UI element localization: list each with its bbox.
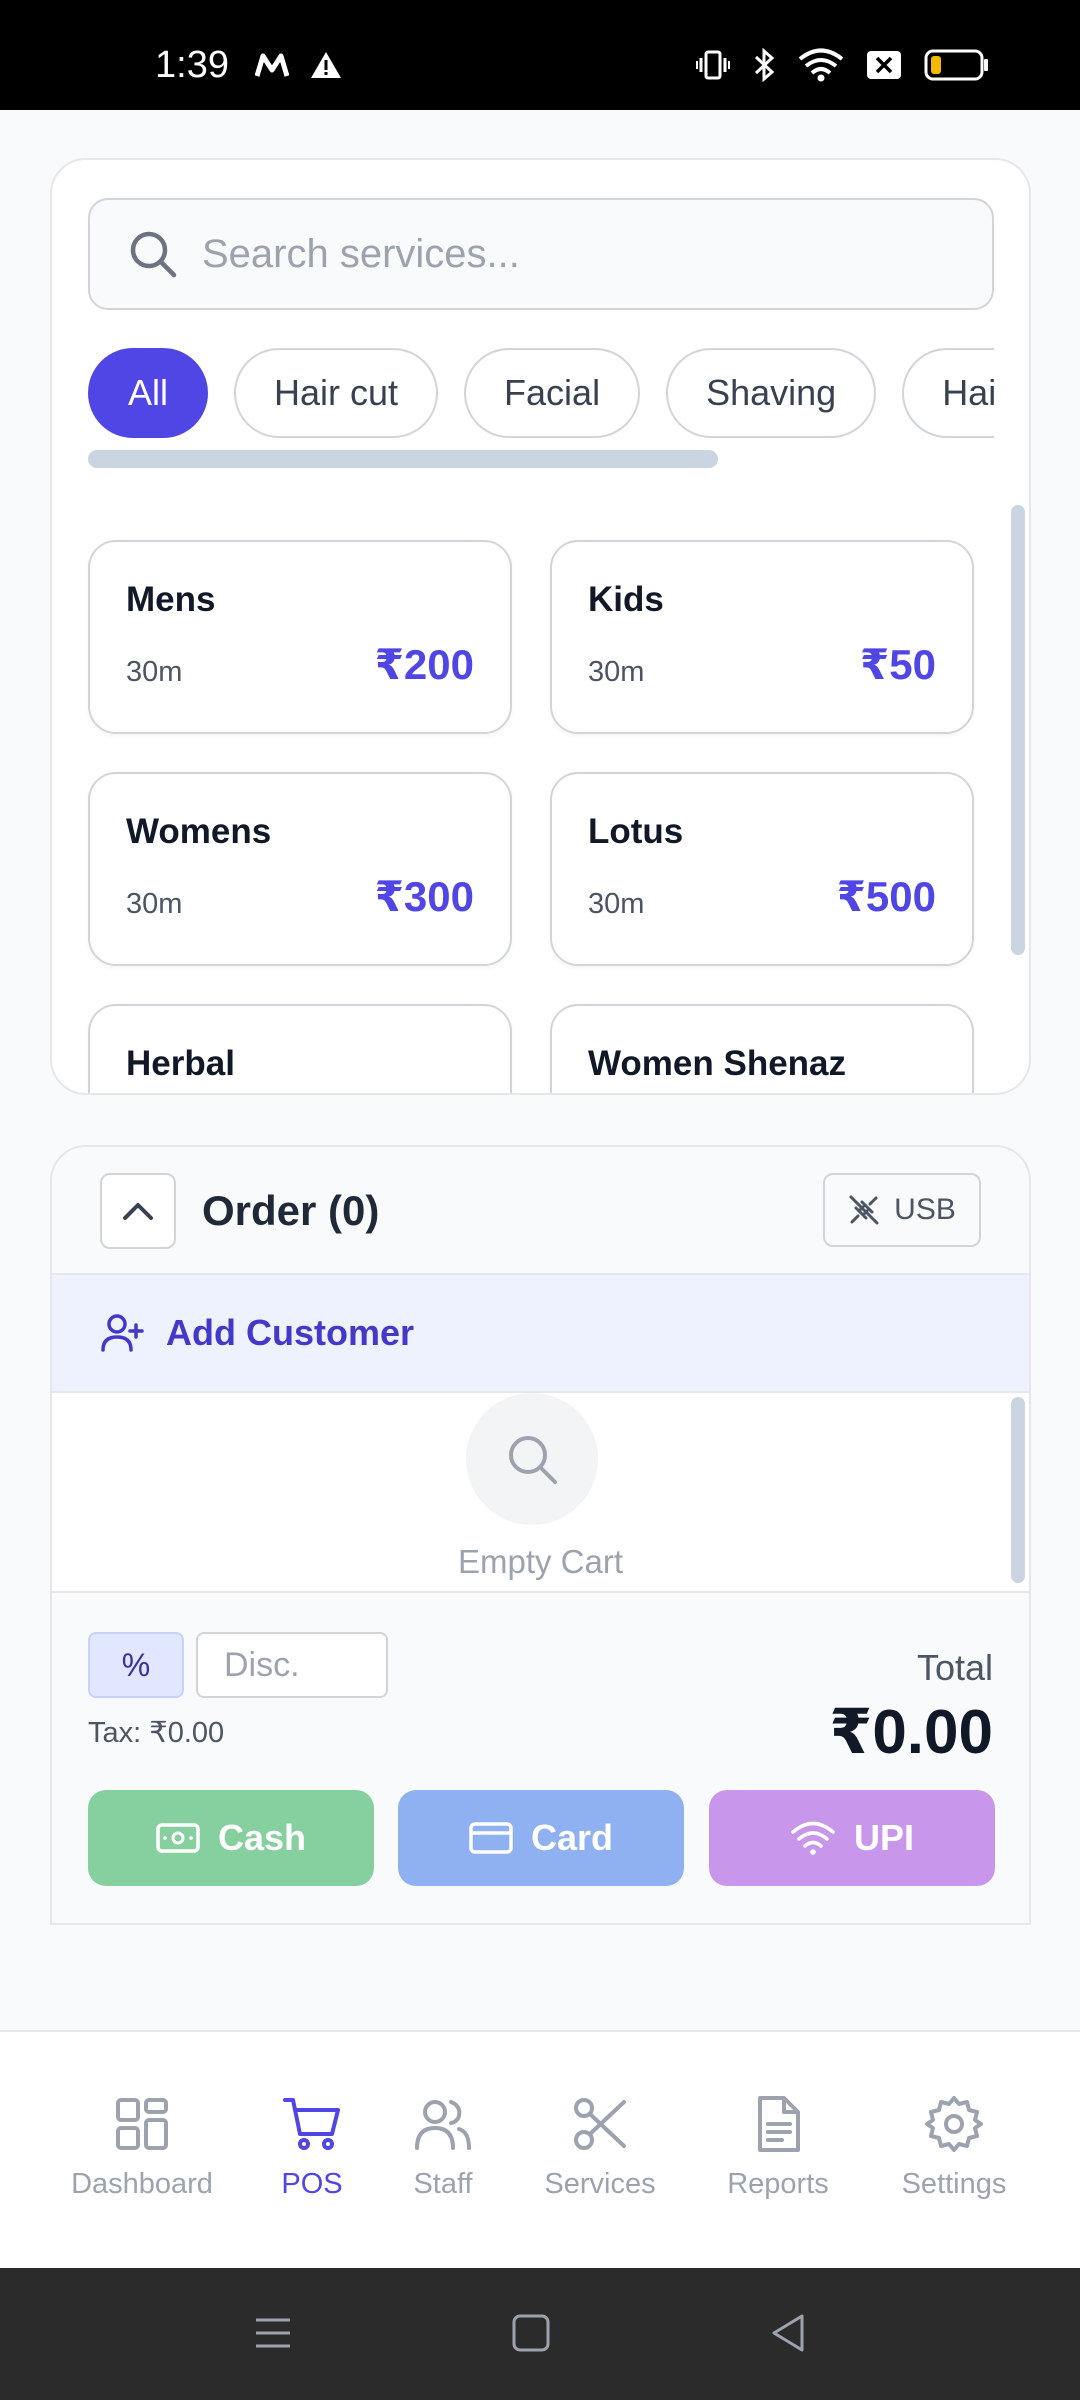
service-name: Women Shenaz (588, 1044, 847, 1083)
unplugged-icon (849, 1195, 879, 1225)
service-name: Mens (126, 580, 216, 619)
warning-icon (311, 52, 341, 78)
category-chip-hair[interactable]: Hair (902, 348, 994, 438)
services-scrollbar[interactable] (1011, 505, 1025, 955)
pay-cash-button[interactable]: Cash (88, 1790, 374, 1886)
total-value: ₹0.00 (829, 1698, 993, 1767)
service-card[interactable]: Women Shenaz (550, 1004, 974, 1093)
nav-item-staff[interactable]: Staff (353, 2094, 533, 2201)
cart-scrollbar[interactable] (1011, 1397, 1025, 1583)
service-card[interactable]: Womens 30m ₹300 (88, 772, 512, 966)
cart-list: Empty Cart (52, 1393, 1029, 1593)
service-grid: Mens 30m ₹200 Kids 30m ₹50 Womens 30m ₹3… (88, 540, 974, 1093)
category-chip-all[interactable]: All (88, 348, 209, 438)
usb-label: USB (894, 1193, 956, 1226)
service-price: ₹200 (374, 641, 474, 688)
nav-item-settings[interactable]: Settings (864, 2094, 1044, 2201)
service-name: Womens (126, 812, 272, 851)
battery-low-icon (924, 49, 988, 81)
chips-scrollbar[interactable] (88, 450, 718, 468)
discount-input[interactable] (196, 1632, 388, 1698)
service-name: Lotus (588, 812, 684, 851)
pay-upi-label: UPI (853, 1817, 914, 1858)
empty-cart-label: Empty Cart (457, 1543, 624, 1580)
service-price: ₹500 (836, 873, 936, 920)
bluetooth-icon (754, 48, 775, 82)
back-icon[interactable] (764, 2308, 814, 2358)
menu-icon[interactable] (248, 2308, 298, 2358)
search-icon (130, 231, 177, 278)
status-time: 1:39 (155, 44, 229, 86)
no-sim-icon (867, 51, 901, 79)
service-price: ₹300 (374, 873, 474, 920)
usb-printer-button[interactable]: USB (823, 1173, 981, 1247)
empty-cart-illustration (466, 1393, 598, 1525)
bottom-nav: Dashboard POS Staff Services Reports Set… (0, 2030, 1080, 2268)
category-chip-hair-cut[interactable]: Hair cut (234, 348, 439, 438)
status-right-icons (696, 48, 990, 82)
pay-cash-label: Cash (217, 1817, 307, 1858)
service-name: Herbal (126, 1044, 235, 1083)
service-card[interactable]: Herbal (88, 1004, 512, 1093)
search-icon (509, 1436, 557, 1484)
category-chip-facial[interactable]: Facial (464, 348, 641, 438)
collapse-button[interactable] (100, 1173, 176, 1249)
vibrate-icon (696, 50, 730, 80)
pay-card-label: Card (530, 1817, 614, 1858)
nav-label: POS (281, 2168, 343, 2200)
service-duration: 30m (126, 656, 183, 688)
search-box[interactable] (88, 198, 994, 310)
wifi-icon (798, 48, 844, 82)
pay-card-button[interactable]: Card (398, 1790, 684, 1886)
m-icon (255, 53, 289, 77)
service-duration: 30m (126, 888, 183, 920)
service-duration: 30m (588, 888, 645, 920)
services-panel: All Hair cut Facial Shaving Hair Mens 30… (50, 158, 1031, 1095)
service-card[interactable]: Mens 30m ₹200 (88, 540, 512, 734)
add-customer-label: Add Customer (166, 1312, 415, 1353)
category-chips: All Hair cut Facial Shaving Hair (88, 348, 994, 440)
nav-label: Services (544, 2168, 656, 2200)
home-icon[interactable] (506, 2308, 556, 2358)
service-card[interactable]: Lotus 30m ₹500 (550, 772, 974, 966)
discount-type-button[interactable]: % (88, 1632, 184, 1698)
service-card[interactable]: Kids 30m ₹50 (550, 540, 974, 734)
cart-icon (283, 2098, 340, 2150)
nav-item-services[interactable]: Services (510, 2094, 690, 2201)
wifi-icon (791, 1821, 835, 1855)
nav-item-dashboard[interactable]: Dashboard (52, 2094, 232, 2201)
grid-icon (116, 2098, 168, 2150)
scissors-icon (574, 2098, 626, 2150)
file-icon (758, 2096, 800, 2152)
order-header: Order (0) USB (52, 1147, 1029, 1275)
nav-item-reports[interactable]: Reports (688, 2094, 868, 2201)
tax-label: Tax: ₹0.00 (88, 1717, 225, 1749)
order-title: Order (0) (202, 1187, 380, 1234)
system-nav-bar (0, 2268, 1080, 2400)
add-customer-button[interactable]: Add Customer (52, 1275, 1029, 1393)
service-duration: 30m (588, 656, 645, 688)
order-panel: Order (0) USB Add Customer Empty Cart % … (50, 1145, 1031, 1925)
total-label: Total (916, 1647, 993, 1688)
credit-card-icon (469, 1822, 513, 1854)
user-plus-icon (101, 1314, 144, 1352)
search-input[interactable] (202, 231, 962, 277)
cash-icon (156, 1823, 200, 1853)
nav-label: Settings (901, 2168, 1007, 2200)
nav-label: Reports (727, 2168, 829, 2200)
gear-icon (925, 2096, 983, 2152)
chevron-up-icon (123, 1203, 153, 1220)
service-price: ₹50 (860, 641, 936, 688)
pay-upi-button[interactable]: UPI (709, 1790, 995, 1886)
users-icon (415, 2100, 471, 2150)
nav-label: Staff (413, 2168, 473, 2200)
nav-label: Dashboard (71, 2168, 213, 2200)
category-chip-shaving[interactable]: Shaving (666, 348, 877, 438)
status-bar: 1:39 (0, 0, 1080, 110)
status-left-icons (255, 50, 343, 80)
service-name: Kids (588, 580, 664, 619)
